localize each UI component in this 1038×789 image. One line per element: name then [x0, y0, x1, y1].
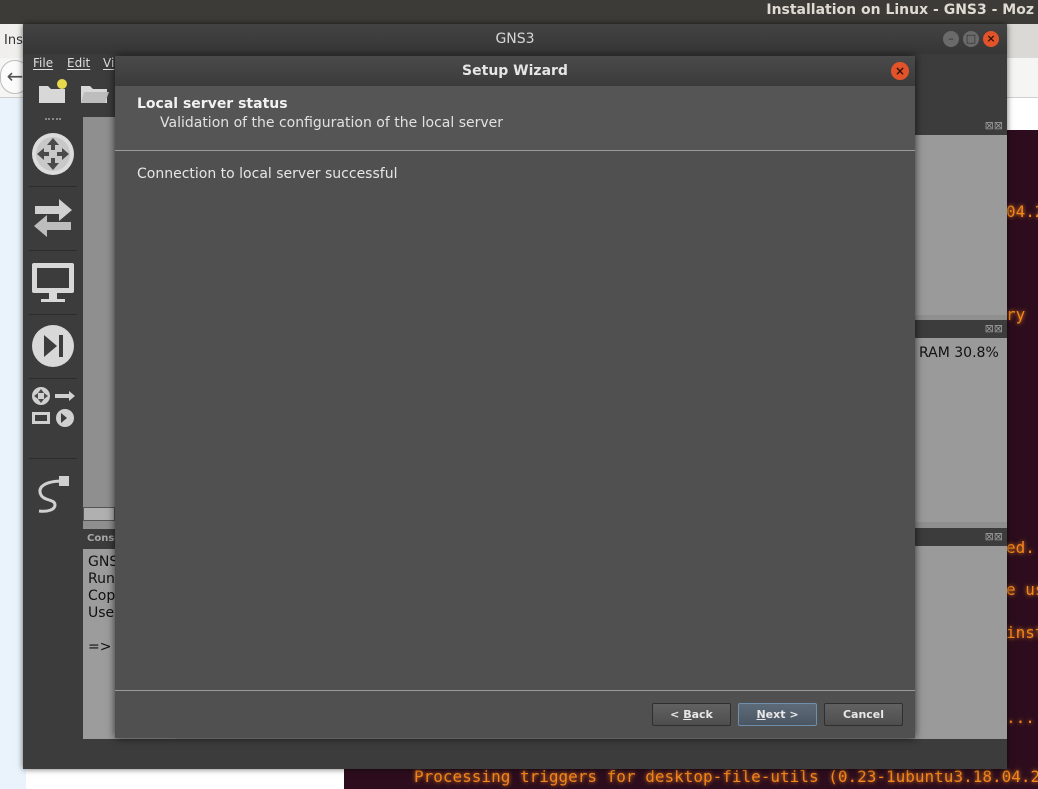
- wizard-page-header: Local server status Validation of the co…: [115, 86, 915, 151]
- cancel-button[interactable]: Cancel: [824, 703, 903, 726]
- wizard-title: Setup Wizard: [462, 63, 568, 79]
- dock-separator: [29, 314, 77, 315]
- ram-usage-text: RAM 30.8%: [919, 345, 999, 361]
- console-line: Cop: [88, 588, 116, 604]
- dock-separator: [29, 378, 77, 379]
- dock-float-close-icon[interactable]: ⊠⊠: [985, 530, 1003, 543]
- status-bar: [23, 739, 1007, 769]
- terminal-line: ...: [1006, 708, 1035, 727]
- dock-grip[interactable]: [45, 118, 61, 121]
- wizard-page-subtitle: Validation of the configuration of the l…: [160, 115, 504, 131]
- terminal-line: e us: [1006, 580, 1038, 599]
- menu-edit[interactable]: Edit: [67, 56, 90, 70]
- dock-separator: [29, 458, 77, 459]
- wizard-footer: < Back Next > Cancel: [115, 690, 915, 738]
- firefox-titlebar: Installation on Linux - GNS3 - Moz: [0, 0, 1038, 24]
- console-line: Use: [88, 605, 115, 621]
- back-button-prefix: <: [670, 708, 684, 721]
- dock-float-close-icon[interactable]: ⊠⊠: [985, 322, 1003, 335]
- terminal-line: ed.: [1006, 538, 1035, 557]
- add-link-cable-icon[interactable]: [29, 468, 77, 516]
- router-icon[interactable]: [29, 130, 77, 178]
- back-button[interactable]: < Back: [652, 703, 731, 726]
- servers-summary-panel: [915, 338, 1007, 522]
- next-button-label: ext >: [765, 708, 799, 721]
- dock-float-close-icon[interactable]: ⊠⊠: [985, 119, 1003, 132]
- terminal-line: 04.2: [1006, 202, 1038, 221]
- menu-file[interactable]: File: [33, 56, 53, 70]
- close-icon[interactable]: ×: [983, 31, 999, 47]
- wizard-page-title: Local server status: [137, 96, 288, 112]
- back-button-label: ack: [691, 708, 713, 721]
- next-button-mnemonic: N: [756, 708, 766, 721]
- minimize-icon[interactable]: –: [943, 31, 959, 47]
- dock-separator: [29, 186, 77, 187]
- device-dock: [23, 110, 83, 520]
- terminal-line: inst: [1006, 623, 1038, 642]
- security-device-icon[interactable]: [29, 322, 77, 370]
- open-folder-icon[interactable]: [79, 78, 111, 106]
- new-project-folder-icon[interactable]: [37, 78, 69, 106]
- gns3-titlebar: GNS3 – □ ×: [23, 24, 1007, 54]
- scroll-left-icon[interactable]: [83, 507, 115, 521]
- menu-view[interactable]: Vi: [103, 56, 114, 70]
- console-line: Run: [88, 571, 115, 587]
- back-button-mnemonic: B: [683, 708, 692, 721]
- terminal-line: ry: [1006, 305, 1026, 324]
- switch-icon[interactable]: [29, 194, 77, 242]
- end-device-monitor-icon[interactable]: [29, 258, 77, 306]
- bottom-right-panel: [915, 546, 1007, 739]
- wizard-page-body: Connection to local server successful: [115, 152, 915, 690]
- wizard-titlebar: Setup Wizard ×: [115, 56, 915, 86]
- topology-summary-header: ⊠⊠: [915, 117, 1007, 135]
- all-devices-icon[interactable]: [29, 384, 77, 432]
- setup-wizard-dialog: Setup Wizard × Local server status Valid…: [115, 56, 915, 738]
- maximize-icon[interactable]: □: [963, 31, 979, 47]
- topology-summary-panel: [915, 135, 1007, 315]
- servers-summary-header: ⊠⊠: [915, 320, 1007, 338]
- console-line: GNS: [88, 554, 119, 570]
- connection-status-message: Connection to local server successful: [137, 166, 398, 182]
- terminal-line: Processing triggers for desktop-file-uti…: [414, 767, 1038, 786]
- console-prompt: =>: [88, 639, 112, 655]
- firefox-window-title: Installation on Linux - GNS3 - Moz: [766, 2, 1034, 18]
- dock-separator: [29, 250, 77, 251]
- bottom-right-panel-header: ⊠⊠: [915, 528, 1007, 546]
- gns3-title: GNS3: [495, 31, 535, 47]
- close-icon[interactable]: ×: [891, 62, 909, 80]
- next-button[interactable]: Next >: [738, 703, 817, 726]
